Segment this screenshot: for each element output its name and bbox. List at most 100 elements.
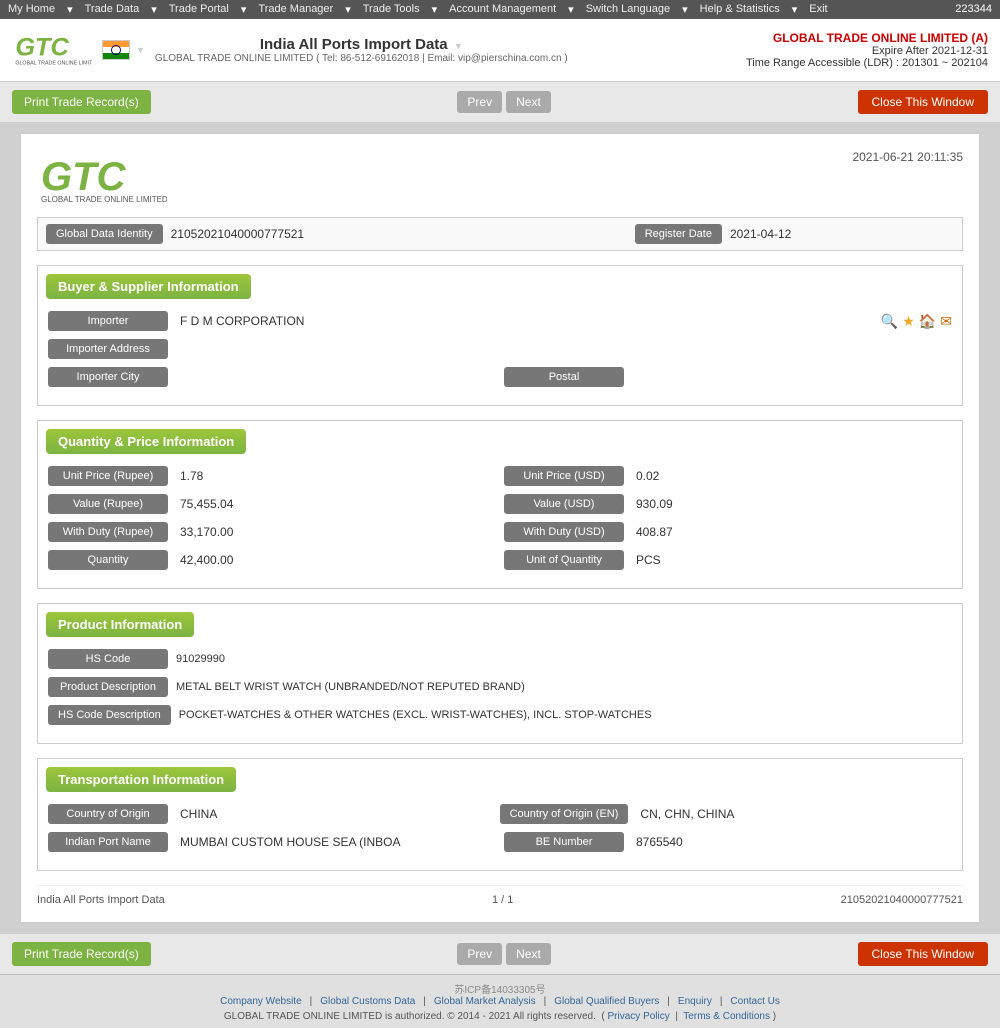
close-button-bottom[interactable]: Close This Window <box>858 942 988 966</box>
svg-text:GLOBAL TRADE ONLINE LIMITED: GLOBAL TRADE ONLINE LIMITED <box>15 61 92 67</box>
card-header: GTC GLOBAL TRADE ONLINE LIMITED 2021-06-… <box>37 150 963 205</box>
be-number-value: 8765540 <box>632 835 952 849</box>
global-data-identity-label: Global Data Identity <box>46 224 163 244</box>
footer-contact-us[interactable]: Contact Us <box>730 996 779 1007</box>
pipe2: | <box>423 996 426 1007</box>
country-origin-label: Country of Origin <box>48 804 168 824</box>
importer-action-icons: 🔍 ★ 🏠 ✉ <box>881 313 952 330</box>
buyer-supplier-section: Buyer & Supplier Information Importer F … <box>37 265 963 406</box>
footer-global-qualified-buyers[interactable]: Global Qualified Buyers <box>554 996 659 1007</box>
svg-text:GTC: GTC <box>41 155 127 199</box>
footer-global-market-analysis[interactable]: Global Market Analysis <box>434 996 536 1007</box>
nav-trade-manager[interactable]: Trade Manager <box>258 3 333 16</box>
company-name-label: GLOBAL TRADE ONLINE LIMITED (A) <box>746 31 988 45</box>
page-title-text: India All Ports Import Data <box>260 36 448 53</box>
pipe1: | <box>310 996 313 1007</box>
nav-divider5: ▾ <box>432 3 438 16</box>
be-number-label: BE Number <box>504 832 624 852</box>
hs-code-value: 91029990 <box>176 653 952 665</box>
country-origin-row: Country of Origin CHINA Country of Origi… <box>48 804 952 824</box>
register-date-value: 2021-04-12 <box>730 227 954 241</box>
prev-button-bottom[interactable]: Prev <box>457 943 502 965</box>
print-button-top[interactable]: Print Trade Record(s) <box>12 90 151 114</box>
nav-account-management[interactable]: Account Management <box>449 3 556 16</box>
toolbar-left: Print Trade Record(s) <box>12 90 151 114</box>
product-desc-value: METAL BELT WRIST WATCH (UNBRANDED/NOT RE… <box>176 681 952 693</box>
footer-copyright: GLOBAL TRADE ONLINE LIMITED is authorize… <box>6 1011 994 1022</box>
bottom-toolbar-center: Prev Next <box>457 943 550 965</box>
header-right-info: GLOBAL TRADE ONLINE LIMITED (A) Expire A… <box>746 31 988 69</box>
duty-row: With Duty (Rupee) 33,170.00 With Duty (U… <box>48 522 952 542</box>
quantity-value: 42,400.00 <box>176 553 496 567</box>
nav-trade-portal[interactable]: Trade Portal <box>169 3 229 16</box>
page-title: India All Ports Import Data ▼ <box>155 36 568 53</box>
mail-icon[interactable]: ✉ <box>940 313 952 330</box>
transportation-body: Country of Origin CHINA Country of Origi… <box>38 800 962 870</box>
pipe5: | <box>720 996 723 1007</box>
footer-company-website[interactable]: Company Website <box>220 996 302 1007</box>
search-icon[interactable]: 🔍 <box>881 313 898 330</box>
unit-of-quantity-value: PCS <box>632 553 952 567</box>
nav-divider: ▾ <box>67 3 73 16</box>
copyright-text: GLOBAL TRADE ONLINE LIMITED is authorize… <box>224 1011 596 1022</box>
card-logo-svg: GTC GLOBAL TRADE ONLINE LIMITED <box>37 150 167 205</box>
next-button-top[interactable]: Next <box>506 91 551 113</box>
product-header: Product Information <box>46 612 194 637</box>
nav-help-statistics[interactable]: Help & Statistics <box>700 3 780 16</box>
title-dropdown-icon[interactable]: ▼ <box>454 41 463 51</box>
buyer-supplier-header: Buyer & Supplier Information <box>46 274 251 299</box>
nav-switch-language[interactable]: Switch Language <box>586 3 670 16</box>
value-usd-value: 930.09 <box>632 497 952 511</box>
nav-divider6: ▾ <box>568 3 574 16</box>
record-card: GTC GLOBAL TRADE ONLINE LIMITED 2021-06-… <box>20 133 980 923</box>
importer-row: Importer F D M CORPORATION 🔍 ★ 🏠 ✉ <box>48 311 952 331</box>
hs-code-label: HS Code <box>48 649 168 669</box>
close-button-top[interactable]: Close This Window <box>858 90 988 114</box>
register-date-label: Register Date <box>635 224 722 244</box>
main-content: GTC GLOBAL TRADE ONLINE LIMITED 2021-06-… <box>0 123 1000 933</box>
product-section: Product Information HS Code 91029990 Pro… <box>37 603 963 744</box>
flag-dropdown-arrow[interactable]: ▼ <box>136 45 145 55</box>
nav-trade-data[interactable]: Trade Data <box>85 3 140 16</box>
print-button-bottom[interactable]: Print Trade Record(s) <box>12 942 151 966</box>
unit-price-usd-value: 0.02 <box>632 469 952 483</box>
logo: GTC GLOBAL TRADE ONLINE LIMITED <box>12 25 92 75</box>
quantity-label: Quantity <box>48 550 168 570</box>
prev-button-top[interactable]: Prev <box>457 91 502 113</box>
card-footer-right: 21052021040000777521 <box>841 894 963 906</box>
nav-my-home[interactable]: My Home <box>8 3 55 16</box>
bottom-toolbar-left: Print Trade Record(s) <box>12 942 151 966</box>
footer-global-customs-data[interactable]: Global Customs Data <box>320 996 415 1007</box>
top-navigation-bar: My Home ▾ Trade Data ▾ Trade Portal ▾ Tr… <box>0 0 1000 19</box>
hs-code-desc-row: HS Code Description POCKET-WATCHES & OTH… <box>48 705 952 725</box>
next-button-bottom[interactable]: Next <box>506 943 551 965</box>
with-duty-usd-value: 408.87 <box>632 525 952 539</box>
quantity-price-header: Quantity & Price Information <box>46 429 246 454</box>
star-icon[interactable]: ★ <box>902 313 915 330</box>
quantity-price-section: Quantity & Price Information Unit Price … <box>37 420 963 589</box>
transportation-header: Transportation Information <box>46 767 236 792</box>
header-left: GTC GLOBAL TRADE ONLINE LIMITED ▼ India … <box>12 25 568 75</box>
country-origin-value: CHINA <box>176 807 492 821</box>
privacy-policy-link[interactable]: Privacy Policy <box>608 1011 670 1022</box>
flag-area: ▼ <box>102 40 145 60</box>
card-logo: GTC GLOBAL TRADE ONLINE LIMITED <box>37 150 167 205</box>
page-header: GTC GLOBAL TRADE ONLINE LIMITED ▼ India … <box>0 19 1000 82</box>
unit-of-quantity-label: Unit of Quantity <box>504 550 624 570</box>
terms-conditions-link[interactable]: Terms & Conditions <box>683 1011 770 1022</box>
home-icon[interactable]: 🏠 <box>919 313 936 330</box>
importer-city-row: Importer City Postal <box>48 367 952 387</box>
site-footer: 苏ICP备14033305号 Company Website | Global … <box>0 974 1000 1028</box>
svg-text:GLOBAL TRADE ONLINE LIMITED: GLOBAL TRADE ONLINE LIMITED <box>41 195 167 204</box>
nav-items: My Home ▾ Trade Data ▾ Trade Portal ▾ Tr… <box>8 3 828 16</box>
quantity-row: Quantity 42,400.00 Unit of Quantity PCS <box>48 550 952 570</box>
nav-trade-tools[interactable]: Trade Tools <box>363 3 420 16</box>
pipe4: | <box>667 996 670 1007</box>
india-flag-icon <box>102 40 130 60</box>
expire-label: Expire After 2021-12-31 <box>746 45 988 57</box>
hs-code-row: HS Code 91029990 <box>48 649 952 669</box>
svg-text:GTC: GTC <box>15 33 69 61</box>
with-duty-rupee-value: 33,170.00 <box>176 525 496 539</box>
footer-enquiry[interactable]: Enquiry <box>678 996 712 1007</box>
nav-exit[interactable]: Exit <box>809 3 827 16</box>
